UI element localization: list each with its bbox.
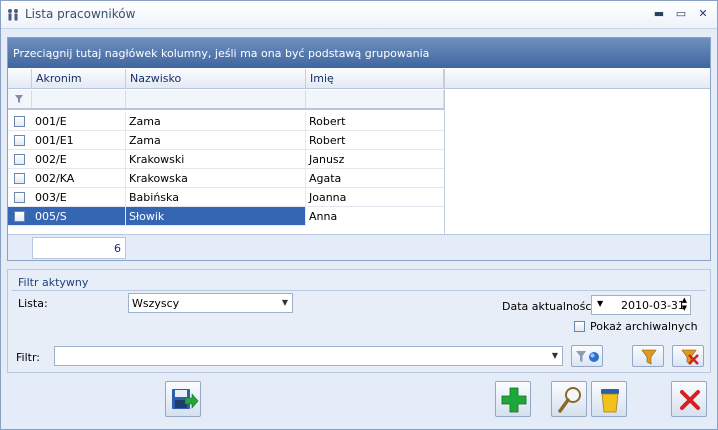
- close-window-button[interactable]: ✕: [695, 7, 711, 21]
- row-checkbox[interactable]: [8, 131, 32, 150]
- table-row[interactable]: 002/KA Krakowska Agata: [8, 169, 444, 188]
- funnel-blue-icon: [576, 351, 599, 362]
- lista-label: Lista:: [18, 297, 48, 310]
- lista-dropdown[interactable]: Wszyscy ▼: [128, 293, 293, 313]
- grid-header-row: Akronim Nazwisko Imię: [8, 69, 710, 89]
- cell-nazwisko: Zama: [126, 112, 306, 131]
- row-count: 6: [32, 237, 126, 259]
- cell-imie: Anna: [306, 207, 444, 226]
- cell-akronim: 001/E: [32, 112, 126, 131]
- edit-button[interactable]: [551, 381, 587, 417]
- funnel-icon: [15, 95, 23, 103]
- cell-akronim: 002/E: [32, 150, 126, 169]
- filter-cell-nazwisko[interactable]: [126, 90, 306, 108]
- date-label: Data aktualności:: [502, 300, 599, 313]
- date-value: 2010-03-31: [621, 299, 685, 312]
- filter-button[interactable]: [632, 345, 664, 367]
- floppy-save-icon: [172, 389, 199, 409]
- cell-nazwisko: Słowik: [126, 207, 306, 226]
- employee-grid: Przeciągnij tutaj nagłówek kolumny, jeśl…: [7, 37, 711, 261]
- show-archived-label: Pokaż archiwalnych: [590, 320, 698, 333]
- red-x-icon: [680, 390, 700, 410]
- spinner-icon[interactable]: ▲ ▼: [682, 296, 687, 312]
- checkbox[interactable]: [14, 192, 25, 203]
- row-checkbox[interactable]: [8, 169, 32, 188]
- delete-button[interactable]: [591, 381, 627, 417]
- clear-filter-button[interactable]: [672, 345, 704, 367]
- active-filter-panel: Filtr aktywny Lista: Wszyscy ▼ Data aktu…: [7, 269, 711, 373]
- checkbox[interactable]: [14, 154, 25, 165]
- row-checkbox[interactable]: [8, 188, 32, 207]
- grid-body: 001/E Zama Robert 001/E1 Zama Robert 002…: [8, 112, 444, 234]
- cell-imie: Robert: [309, 115, 346, 128]
- table-row[interactable]: 001/E1 Zama Robert: [8, 131, 444, 150]
- cell-imie: Joanna: [309, 191, 347, 204]
- filter-section-title: Filtr aktywny: [18, 276, 89, 289]
- checkbox[interactable]: [14, 173, 25, 184]
- table-row[interactable]: 002/E Krakowski Janusz: [8, 150, 444, 169]
- chevron-down-icon[interactable]: ▼: [597, 299, 603, 308]
- row-checkbox[interactable]: [8, 207, 32, 226]
- cell-akronim: 002/KA: [32, 169, 126, 188]
- funnel-clear-icon: [681, 349, 699, 365]
- grid-right-edge: [444, 69, 445, 234]
- filter-cell-akronim[interactable]: [32, 90, 126, 108]
- filtr-input[interactable]: ▼: [54, 346, 563, 366]
- cell-imie: Robert: [309, 134, 346, 147]
- divider: [12, 290, 706, 291]
- row-checkbox[interactable]: [8, 150, 32, 169]
- apply-filter-button[interactable]: [571, 345, 603, 367]
- filter-row-icon-cell[interactable]: [8, 90, 32, 108]
- column-header-imie[interactable]: Imię: [306, 69, 444, 89]
- grid-filter-row: [8, 90, 444, 110]
- title-bar: Lista pracowników ▬ ▭ ✕: [1, 1, 717, 29]
- filtr-label: Filtr:: [16, 351, 40, 364]
- cell-imie: Agata: [309, 172, 342, 185]
- funnel-icon: [641, 349, 657, 365]
- maximize-button[interactable]: ▭: [673, 7, 689, 21]
- cell-nazwisko: Krakowska: [126, 169, 306, 188]
- date-picker[interactable]: ▼ 2010-03-31 ▲ ▼: [591, 295, 691, 315]
- chevron-down-icon: ▼: [281, 298, 288, 307]
- grid-footer: 6: [8, 234, 710, 260]
- table-row[interactable]: 001/E Zama Robert: [8, 112, 444, 131]
- cell-akronim: 005/S: [32, 207, 126, 226]
- cell-akronim: 003/E: [32, 188, 126, 207]
- employee-list-window: Lista pracowników ▬ ▭ ✕ Przeciągnij tuta…: [0, 0, 718, 430]
- cell-akronim: 001/E1: [32, 131, 126, 150]
- chevron-down-icon: ▼: [551, 351, 558, 360]
- close-button[interactable]: [671, 381, 707, 417]
- filter-cell-imie[interactable]: [306, 90, 444, 108]
- column-header-nazwisko[interactable]: Nazwisko: [126, 69, 306, 89]
- cell-nazwisko: Zama: [126, 131, 306, 150]
- table-row[interactable]: 003/E Babińska Joanna: [8, 188, 444, 207]
- checkbox[interactable]: [574, 321, 585, 332]
- column-header-akronim[interactable]: Akronim: [32, 69, 126, 89]
- trash-icon: [601, 389, 619, 413]
- plus-icon: [501, 387, 527, 413]
- checkbox[interactable]: [14, 116, 25, 127]
- cell-nazwisko: Babińska: [126, 188, 306, 207]
- save-button[interactable]: [165, 381, 201, 417]
- minimize-button[interactable]: ▬: [651, 7, 667, 21]
- row-checkbox[interactable]: [8, 112, 32, 131]
- show-archived-checkbox[interactable]: Pokaż archiwalnych: [574, 320, 704, 334]
- add-button[interactable]: [495, 381, 531, 417]
- header-check-column[interactable]: [8, 69, 32, 89]
- checkbox[interactable]: [14, 135, 25, 146]
- lista-value: Wszyscy: [132, 297, 180, 310]
- window-title: Lista pracowników: [25, 7, 136, 21]
- cell-nazwisko: Krakowski: [126, 150, 306, 169]
- table-row-selected[interactable]: 005/S Słowik Anna: [8, 207, 444, 226]
- people-icon: [8, 9, 18, 21]
- magnifier-icon: [558, 387, 581, 413]
- cell-imie: Janusz: [309, 153, 345, 166]
- checkbox[interactable]: [14, 211, 25, 222]
- group-by-area[interactable]: Przeciągnij tutaj nagłówek kolumny, jeśl…: [8, 38, 710, 68]
